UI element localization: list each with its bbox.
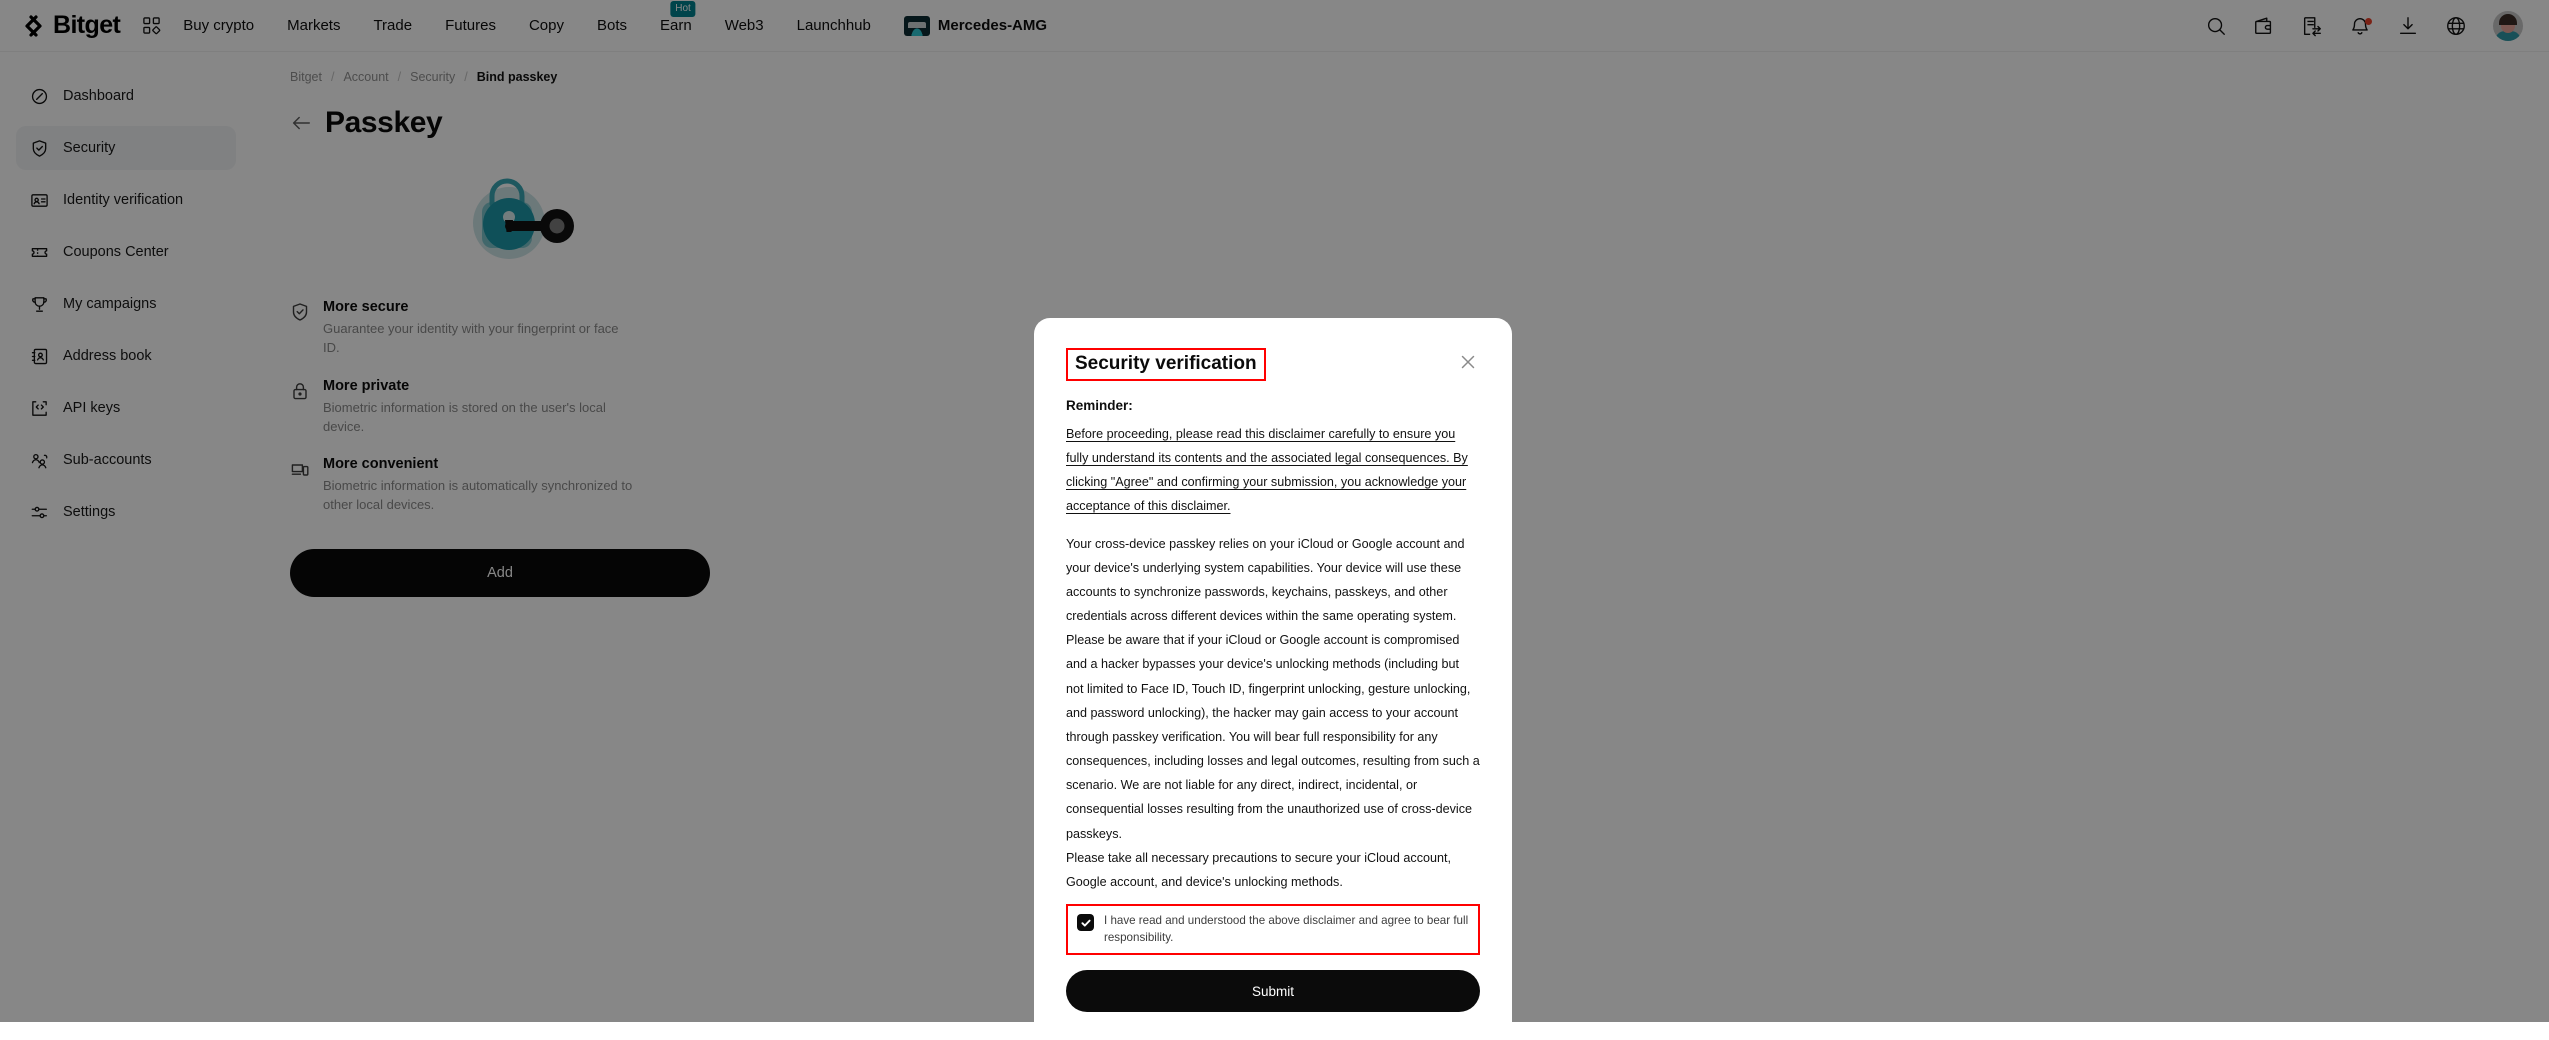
modal-title-annotation-box: Security verification <box>1066 348 1266 381</box>
disclaimer-paragraph-3: Please take all necessary precautions to… <box>1066 846 1480 894</box>
submit-button[interactable]: Submit <box>1066 970 1480 1012</box>
consent-checkbox[interactable] <box>1077 914 1094 931</box>
security-verification-modal: Security verification Reminder: Before p… <box>1034 318 1512 1040</box>
consent-annotation-box: I have read and understood the above dis… <box>1066 904 1480 955</box>
consent-label: I have read and understood the above dis… <box>1104 913 1469 946</box>
reminder-label: Reminder: <box>1066 398 1480 413</box>
close-icon[interactable] <box>1458 352 1480 374</box>
modal-header: Security verification <box>1066 348 1480 381</box>
modal-title: Security verification <box>1075 353 1257 374</box>
disclaimer-underlined-text: Before proceeding, please read this disc… <box>1066 422 1480 519</box>
disclaimer-paragraph-2: Please be aware that if your iCloud or G… <box>1066 628 1480 846</box>
modal-body: Reminder: Before proceeding, please read… <box>1066 398 1480 894</box>
disclaimer-paragraph-1: Your cross-device passkey relies on your… <box>1066 532 1480 629</box>
